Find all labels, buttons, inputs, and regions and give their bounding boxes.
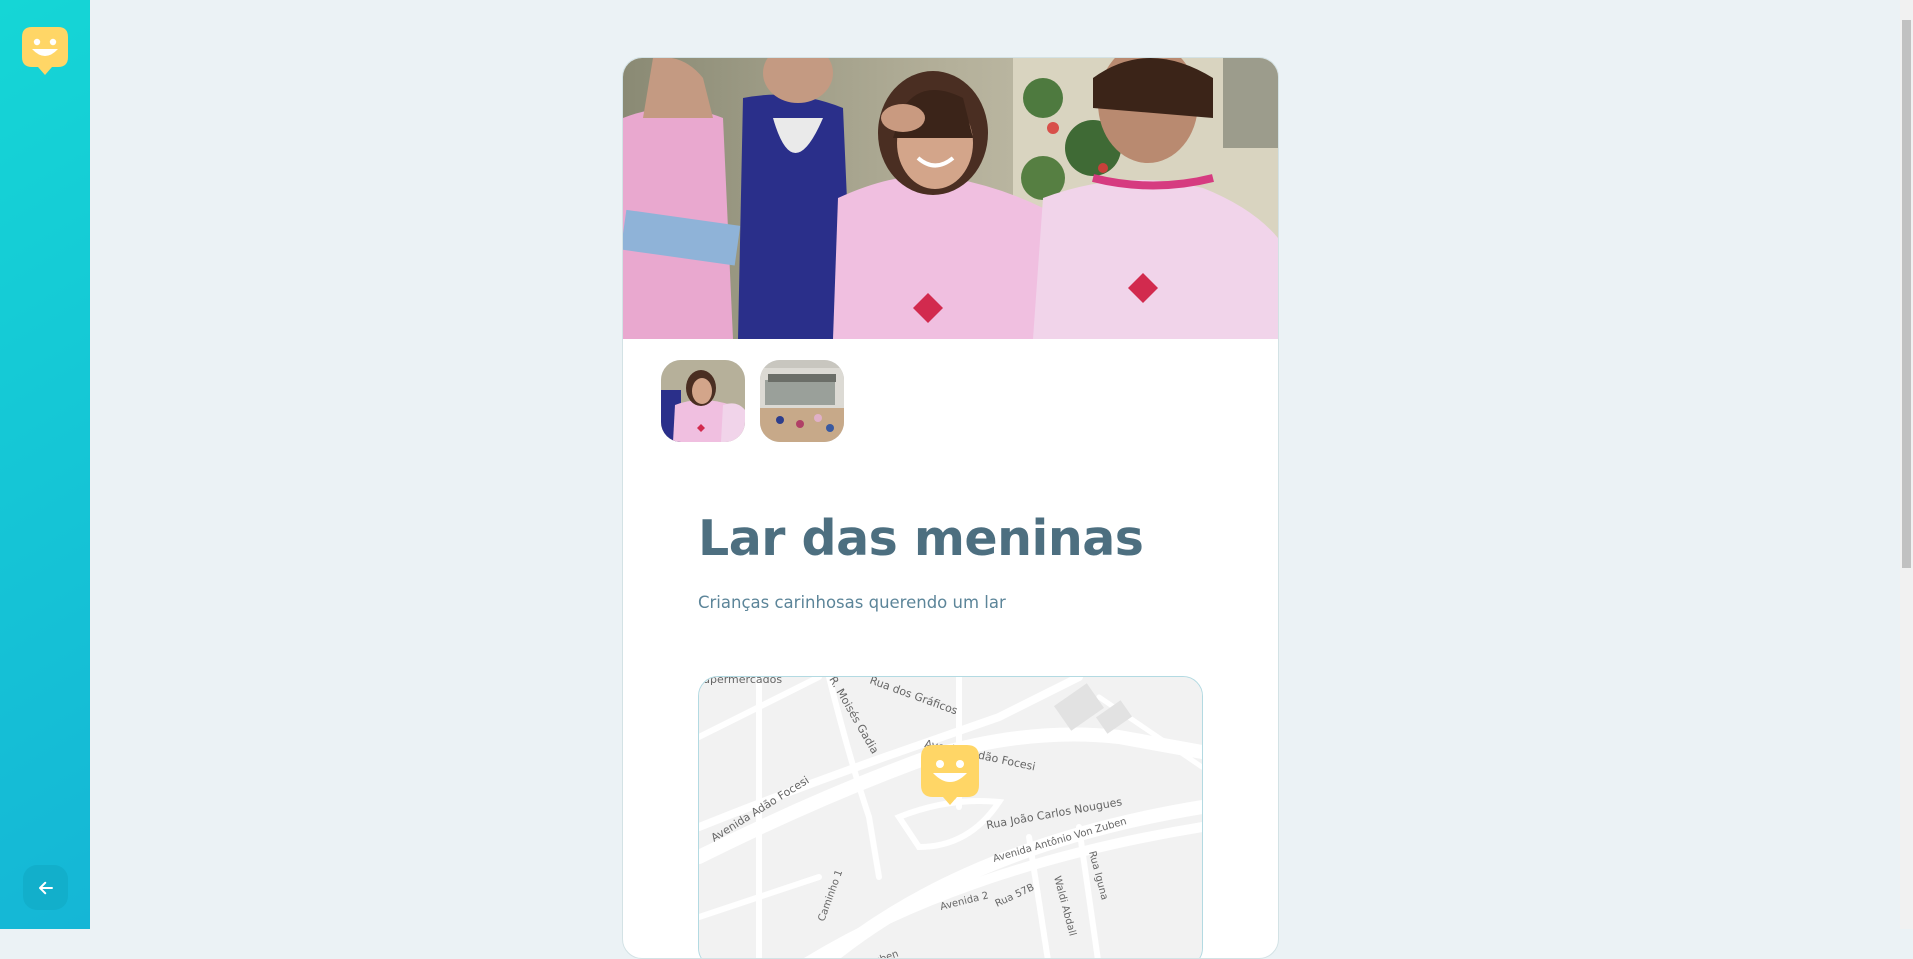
scrollbar-thumb[interactable] [1902, 20, 1911, 568]
smiley-marker-icon[interactable] [22, 27, 68, 77]
smiley-marker-icon[interactable] [921, 745, 979, 805]
sidebar [0, 0, 90, 929]
thumbnail-playground[interactable] [760, 360, 844, 442]
thumbnail-gallery [661, 360, 844, 442]
orphanage-details-card: Lar das meninas Crianças carinhosas quer… [622, 57, 1279, 959]
orphanage-name: Lar das meninas [698, 510, 1144, 567]
back-button[interactable] [23, 865, 68, 910]
thumbnail-girls[interactable] [661, 360, 745, 442]
scrollbar[interactable] [1900, 0, 1913, 929]
hero-photo [623, 58, 1278, 339]
location-map[interactable]: upermercados R. Moisés Gadia Rua dos Grá… [698, 676, 1203, 958]
map-label: upermercados [703, 677, 782, 686]
arrow-left-icon [38, 881, 53, 894]
orphanage-about: Crianças carinhosas querendo um lar [698, 593, 1006, 612]
